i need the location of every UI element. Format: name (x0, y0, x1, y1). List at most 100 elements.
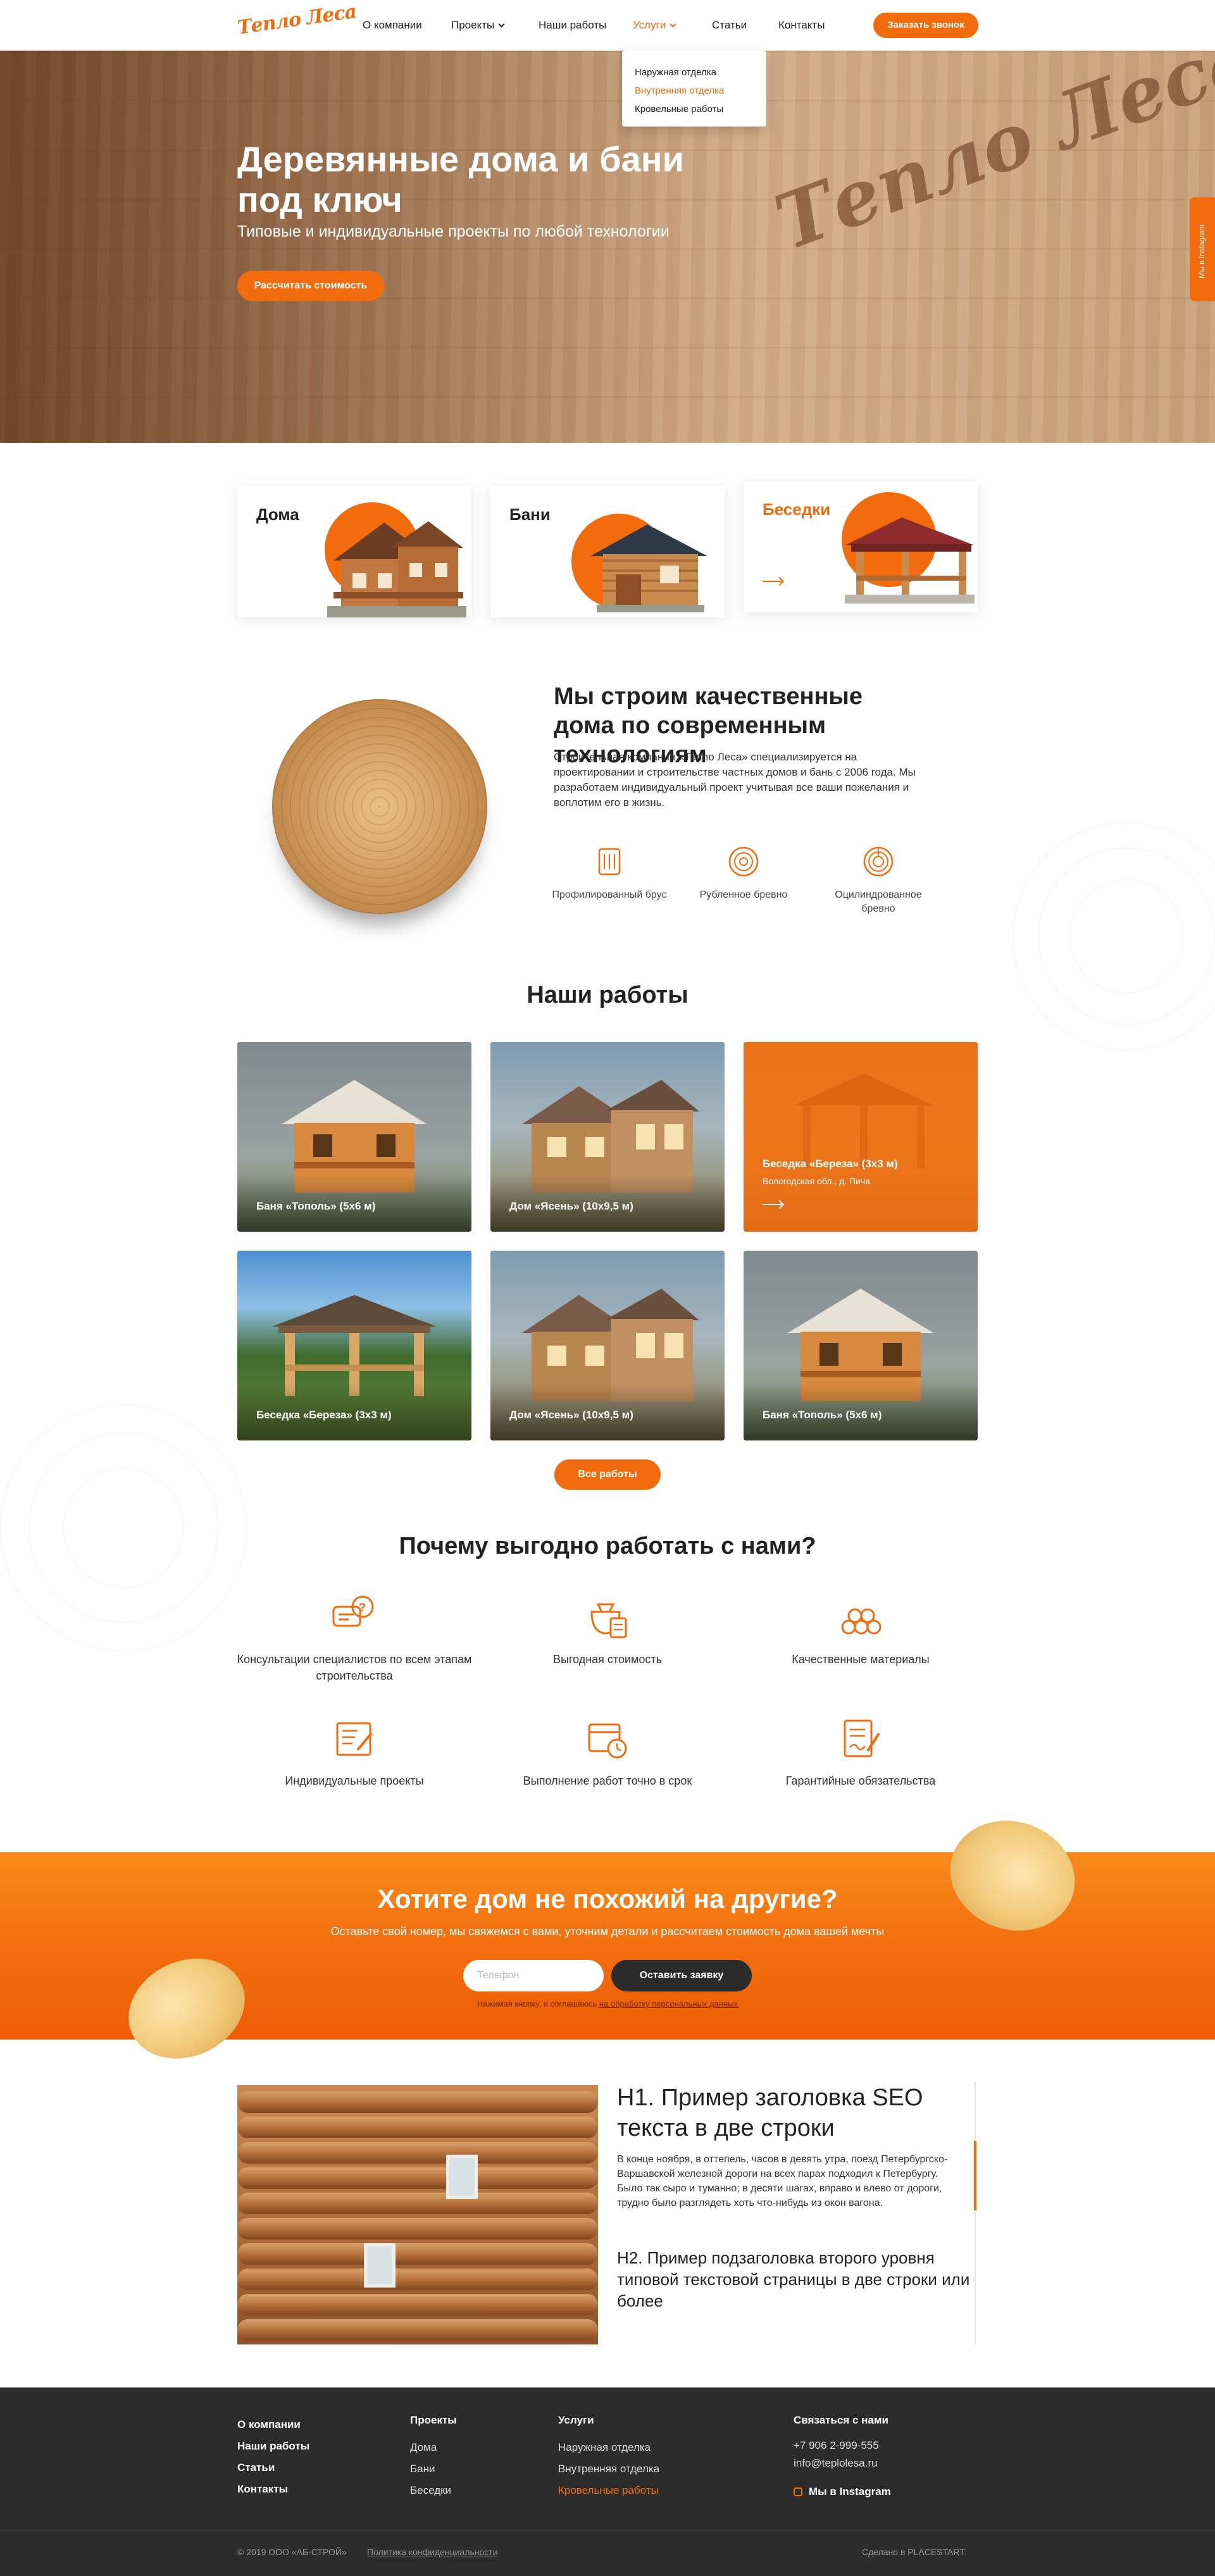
work-card-hovered[interactable]: Беседка «Береза» (3х3 м) Вологодская обл… (744, 1042, 978, 1232)
footer-heading[interactable]: Услуги (558, 2414, 659, 2427)
footer-col-main: О компании Наши работы Статьи Контакты (237, 2414, 309, 2500)
category-card-gazebos[interactable]: Беседки (744, 481, 978, 612)
technology-label: Профилированный брус (552, 889, 667, 900)
decorative-tree-rings (63, 1468, 184, 1588)
footer-link-articles[interactable]: Статьи (237, 2457, 309, 2479)
footer-heading[interactable]: Проекты (410, 2414, 457, 2427)
arrow-right-icon (763, 1204, 783, 1205)
nav-item-about[interactable]: О компании (363, 19, 422, 32)
category-card-houses[interactable]: Дома (237, 486, 471, 617)
why-text: Выгодная стоимость (552, 1653, 663, 1666)
log-cross-section-image (272, 699, 487, 914)
footer-link-interior[interactable]: Внутренняя отделка (558, 2458, 659, 2480)
why-item: Индивидуальные проекты (234, 1714, 475, 1789)
house-illustration (327, 521, 466, 617)
footer-link-gazebos[interactable]: Беседки (410, 2480, 457, 2501)
dropdown-item-interior[interactable]: Внутренняя отделка (622, 82, 766, 100)
about-text: Строительная компания «Тепло Леса» специ… (554, 751, 916, 808)
footer-link-works[interactable]: Наши работы (237, 2436, 309, 2457)
work-caption: Баня «Тополь» (5х6 м) (763, 1409, 882, 1421)
services-dropdown: Наружная отделка Внутренняя отделка Кров… (622, 51, 766, 127)
calculate-cost-button[interactable]: Рассчитать стоимость (237, 271, 384, 301)
hero-title: Деревянные дома и бани под ключ (237, 139, 684, 220)
works-title: Наши работы (526, 982, 688, 1008)
work-caption: Дом «Ясень» (10х9,5 м) (509, 1200, 633, 1212)
window-image (446, 2155, 478, 2199)
site-header: Тепло Леса О компании Проекты Наши работ… (0, 0, 1215, 51)
svg-text:?: ? (359, 1601, 366, 1614)
money-calculator-icon (590, 1603, 627, 1638)
made-by-credit[interactable]: Сделано в PLACESTART (862, 2547, 965, 2557)
why-item: ? Консультации специалистов по всем этап… (234, 1593, 475, 1684)
technology-hewn-log: Рубленное бревно (683, 843, 804, 902)
hero-subtitle: Типовые и индивидуальные проекты по любо… (237, 223, 670, 240)
nav-item-services[interactable]: Услуги (633, 19, 676, 32)
instagram-side-tab[interactable]: Мы в Instagram (1190, 197, 1215, 301)
chevron-down-icon (498, 21, 505, 28)
footer-link-houses[interactable]: Дома (410, 2437, 457, 2458)
footer-col-services: Услуги Наружная отделка Внутренняя отдел… (558, 2414, 659, 2501)
work-card[interactable]: Баня «Тополь» (5х6 м) (237, 1042, 471, 1232)
nav-item-articles[interactable]: Статьи (712, 19, 747, 32)
work-caption: Беседка «Береза» (3х3 м) (256, 1409, 392, 1421)
dropdown-item-exterior[interactable]: Наружная отделка (622, 63, 766, 82)
footer-link-baths[interactable]: Бани (410, 2458, 457, 2480)
nav-item-services-label: Услуги (633, 19, 666, 31)
work-card[interactable]: Беседка «Береза» (3х3 м) (237, 1251, 471, 1440)
technology-label: Рубленное бревно (699, 889, 788, 900)
nav-item-projects-label: Проекты (451, 19, 495, 31)
order-call-button[interactable]: Заказать звонок (873, 13, 978, 38)
footer-instagram-link[interactable]: Мы в Instagram (794, 2481, 891, 2503)
work-card[interactable]: Баня «Тополь» (5х6 м) (744, 1251, 978, 1440)
logs-icon (841, 1608, 882, 1635)
nav-item-works[interactable]: Наши работы (539, 19, 606, 32)
article-scrollbar-track[interactable] (975, 2081, 976, 2344)
article-heading-h1: H1. Пример заголовка SEO текста в две ст… (617, 2084, 923, 2141)
work-card[interactable]: Дом «Ясень» (10х9,5 м) (490, 1251, 725, 1440)
technology-rounded-log: Оцилиндрованное бревно (818, 843, 938, 916)
footer-link-roofing[interactable]: Кровельные работы (558, 2480, 659, 2501)
why-text: Консультации специалистов по всем этапам… (237, 1653, 472, 1682)
consent-link[interactable]: на обработку персональных данных (599, 1999, 738, 2009)
footer-link-contacts[interactable]: Контакты (237, 2479, 309, 2500)
why-text: Гарантийные обязательства (785, 1774, 936, 1787)
nav-item-contacts[interactable]: Контакты (778, 19, 825, 32)
copyright: © 2019 ООО «АБ-СТРОЙ» (237, 2547, 347, 2557)
why-item: Выполнение работ точно в срок (487, 1714, 728, 1789)
nav-item-projects[interactable]: Проекты (451, 19, 505, 32)
footer-heading: Связаться с нами (794, 2414, 888, 2426)
all-works-button[interactable]: Все работы (554, 1459, 661, 1490)
calendar-clock-icon (588, 1723, 627, 1759)
why-text: Качественные материалы (792, 1653, 930, 1666)
article-heading-h2: H2. Пример подзаголовка второго уровня т… (617, 2248, 970, 2310)
category-label: Беседки (763, 500, 831, 519)
chevron-down-icon (670, 21, 676, 28)
work-card[interactable]: Дом «Ясень» (10х9,5 м) (490, 1042, 725, 1232)
why-title: Почему выгодно работать с нами? (399, 1533, 816, 1559)
submit-request-button[interactable]: Оставить заявку (611, 1960, 752, 1991)
footer-link-about[interactable]: О компании (237, 2414, 309, 2436)
hero-banner: Тепло Леса Деревянные дома и бани под кл… (0, 51, 1215, 443)
arrow-right-icon (763, 581, 783, 582)
chat-icon: ? (332, 1595, 374, 1627)
work-caption: Дом «Ясень» (10х9,5 м) (509, 1409, 633, 1421)
why-item: Качественные материалы (740, 1593, 981, 1668)
gazebo-illustration (845, 517, 975, 604)
footer-email[interactable]: info@teplolesa.ru (794, 2455, 891, 2472)
window-image (364, 2243, 396, 2288)
phone-input[interactable] (463, 1960, 604, 1991)
privacy-policy-link[interactable]: Политика конфиденциальности (367, 2547, 498, 2557)
footer-link-exterior[interactable]: Наружная отделка (558, 2437, 659, 2458)
article-scrollbar-thumb[interactable] (974, 2141, 976, 2210)
instagram-label: Мы в Instagram (809, 2486, 891, 2498)
hewn-log-icon (728, 846, 759, 877)
work-caption: Баня «Тополь» (5х6 м) (256, 1200, 376, 1212)
dropdown-item-roofing[interactable]: Кровельные работы (622, 100, 766, 118)
log-rings (272, 699, 487, 914)
logo[interactable]: Тепло Леса (236, 1, 358, 39)
footer-phone[interactable]: +7 906 2-999-555 (794, 2437, 891, 2455)
decorative-tree-rings (1069, 879, 1183, 993)
why-item: Гарантийные обязательства (740, 1714, 981, 1789)
category-card-baths[interactable]: Бани (490, 486, 725, 617)
footer-divider (0, 2530, 1215, 2531)
